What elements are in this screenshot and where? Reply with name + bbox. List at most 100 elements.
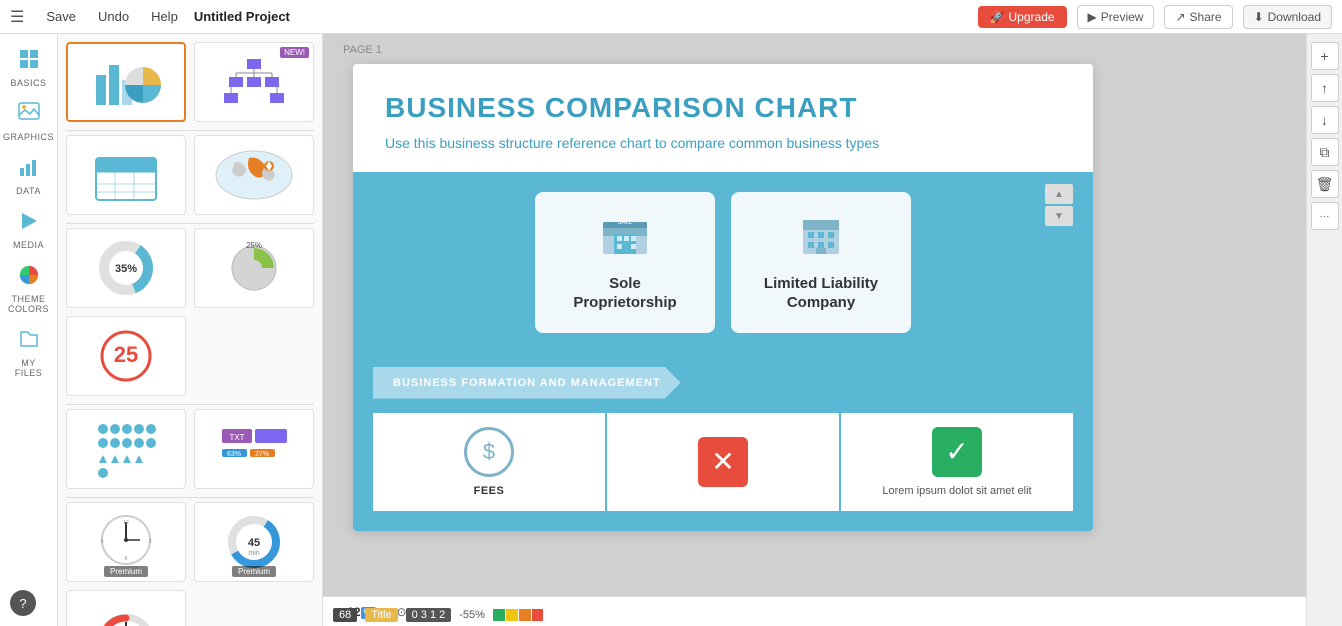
panel-item-donut-35[interactable]: 35%	[66, 228, 186, 308]
sole-prop-name: SoleProprietorship	[573, 274, 676, 313]
svg-text:25%: 25%	[245, 241, 261, 250]
sidebar-item-graphics[interactable]: GRAPHICS	[3, 96, 55, 148]
svg-text:6: 6	[124, 556, 127, 562]
panel-divider-3	[66, 404, 314, 405]
sidebar-item-media[interactable]: MEDIA	[3, 204, 55, 256]
delete-button[interactable]: 🗑	[1311, 170, 1339, 198]
panel-item-dots[interactable]	[66, 409, 186, 489]
panel-grid-4: TXT 63% 27%	[66, 409, 314, 489]
basics-label: BASICS	[10, 78, 46, 88]
dollar-icon: $	[464, 427, 514, 477]
panel-grid-5: Premium 12 6 9 3 Premium 45	[66, 502, 314, 626]
store-icon: SALE	[599, 212, 651, 262]
fees-label: FEES	[474, 485, 505, 497]
svg-text:3: 3	[148, 539, 151, 545]
panel-item-timer[interactable]: Premium 45 min	[194, 502, 314, 582]
move-up-button[interactable]: ↑	[1311, 74, 1339, 102]
business-type-sole-prop[interactable]: SALE SoleProprietorship	[535, 192, 715, 333]
download-icon: ⬇	[1254, 10, 1264, 24]
svg-text:35%: 35%	[114, 263, 136, 275]
canvas-area[interactable]: PAGE 1 BUSINESS COMPARISON CHART Use thi…	[323, 34, 1306, 626]
save-button[interactable]: Save	[40, 7, 82, 26]
scroll-up-btn[interactable]: ▲	[1045, 184, 1073, 204]
business-type-llc[interactable]: Limited LiabilityCompany	[731, 192, 911, 333]
menu-icon[interactable]: ☰	[10, 7, 24, 27]
panel-item-chart-pie[interactable]	[66, 42, 186, 122]
svg-text:63%: 63%	[226, 451, 240, 458]
main-layout: BASICS GRAPHICS DATA MEDIA THEME COLORS	[0, 34, 1342, 626]
percent-display: -55%	[459, 609, 485, 621]
svg-text:45: 45	[247, 537, 259, 549]
panel-item-counter[interactable]: 25	[66, 316, 186, 396]
svg-text:12: 12	[123, 520, 129, 526]
graphics-label: GRAPHICS	[3, 132, 54, 142]
panel-item-clock-analog[interactable]: Premium 12 6 9 3	[66, 502, 186, 582]
sidebar-item-data[interactable]: DATA	[3, 150, 55, 202]
panel-item-org-chart[interactable]: NEW!	[194, 42, 314, 122]
panel-item-world-map[interactable]	[194, 135, 314, 215]
help-button[interactable]: Help	[145, 7, 184, 26]
data-label: DATA	[16, 186, 41, 196]
section-header: BUSINESS FORMATION AND MANAGEMENT	[353, 353, 1093, 413]
upgrade-button[interactable]: 🚀 Upgrade	[978, 6, 1067, 28]
llc-fees-text: Lorem ipsum dolot sit amet elit	[882, 485, 1031, 497]
panel: NEW!	[58, 34, 323, 626]
premium-badge-clock: Premium	[104, 566, 148, 577]
share-button[interactable]: ↗ Share	[1164, 5, 1232, 29]
preview-icon: ▶	[1088, 10, 1097, 24]
sidebar-item-theme-colors[interactable]: THEME COLORS	[3, 258, 55, 320]
panel-item-clock-25[interactable]: 25%	[194, 228, 314, 308]
preview-button[interactable]: ▶ Preview	[1077, 5, 1155, 29]
svg-text:SALE: SALE	[617, 220, 632, 226]
svg-text:min: min	[248, 550, 259, 557]
data-cell-fees-llc: ✓ Lorem ipsum dolot sit amet elit	[841, 413, 1073, 511]
new-badge: NEW!	[280, 47, 309, 58]
panel-divider-1	[66, 130, 314, 131]
color-bars	[493, 609, 543, 621]
more-options-button[interactable]: ···	[1311, 202, 1339, 230]
title-box: Title	[365, 608, 397, 622]
download-button[interactable]: ⬇ Download	[1243, 5, 1332, 29]
help-button-circle[interactable]: ?	[10, 590, 36, 616]
svg-text:9: 9	[100, 539, 103, 545]
panel-item-calendar[interactable]	[66, 135, 186, 215]
coords-display: 0 3 1 2	[406, 608, 452, 622]
svg-text:TXT: TXT	[229, 433, 244, 442]
infographic[interactable]: BUSINESS COMPARISON CHART Use this busin…	[353, 64, 1093, 531]
undo-button[interactable]: Undo	[92, 7, 135, 26]
add-element-button[interactable]: +	[1311, 42, 1339, 70]
check-icon: ✓	[932, 427, 982, 477]
panel-item-text-bars[interactable]: TXT 63% 27%	[194, 409, 314, 489]
infographic-header: BUSINESS COMPARISON CHART Use this busin…	[353, 64, 1093, 172]
sidebar-item-basics[interactable]: BASICS	[3, 42, 55, 94]
llc-name: Limited LiabilityCompany	[764, 274, 878, 313]
panel-grid-2	[66, 135, 314, 215]
data-row-fees: $ FEES ✕ ✓ Lorem ipsum dolot sit amet el…	[373, 413, 1073, 511]
section-header-label: BUSINESS FORMATION AND MANAGEMENT	[373, 367, 681, 399]
count-badge: 68	[333, 608, 357, 622]
graphics-icon	[18, 102, 40, 130]
panel-grid-3: 35% 25% 25	[66, 228, 314, 396]
media-label: MEDIA	[13, 240, 44, 250]
panel-divider-4	[66, 497, 314, 498]
share-icon: ↗	[1175, 10, 1185, 24]
panel-grid-1: NEW!	[66, 42, 314, 122]
svg-text:25: 25	[113, 342, 137, 367]
move-down-button[interactable]: ↓	[1311, 106, 1339, 134]
sidebar-item-my-files[interactable]: MY FILES	[3, 322, 55, 384]
icon-bar: BASICS GRAPHICS DATA MEDIA THEME COLORS	[0, 34, 58, 626]
infographic-title: BUSINESS COMPARISON CHART	[385, 92, 1061, 124]
infographic-subtitle: Use this business structure reference ch…	[385, 134, 1061, 154]
panel-divider-2	[66, 223, 314, 224]
scroll-down-btn[interactable]: ▼	[1045, 206, 1073, 226]
data-cell-fees-sole: ✕	[607, 413, 839, 511]
right-toolbar: + ↑ ↓ ⧉ 🗑 ···	[1306, 34, 1342, 626]
business-types-row: SALE SoleProprietorship	[353, 172, 1093, 353]
my-files-label: MY FILES	[7, 358, 51, 378]
building-icon	[795, 212, 847, 262]
topbar: ☰ Save Undo Help Untitled Project 🚀 Upgr…	[0, 0, 1342, 34]
panel-item-gauge[interactable]: Premium 50	[66, 590, 186, 626]
theme-colors-icon	[18, 264, 40, 292]
copy-button[interactable]: ⧉	[1311, 138, 1339, 166]
svg-text:27%: 27%	[254, 451, 268, 458]
